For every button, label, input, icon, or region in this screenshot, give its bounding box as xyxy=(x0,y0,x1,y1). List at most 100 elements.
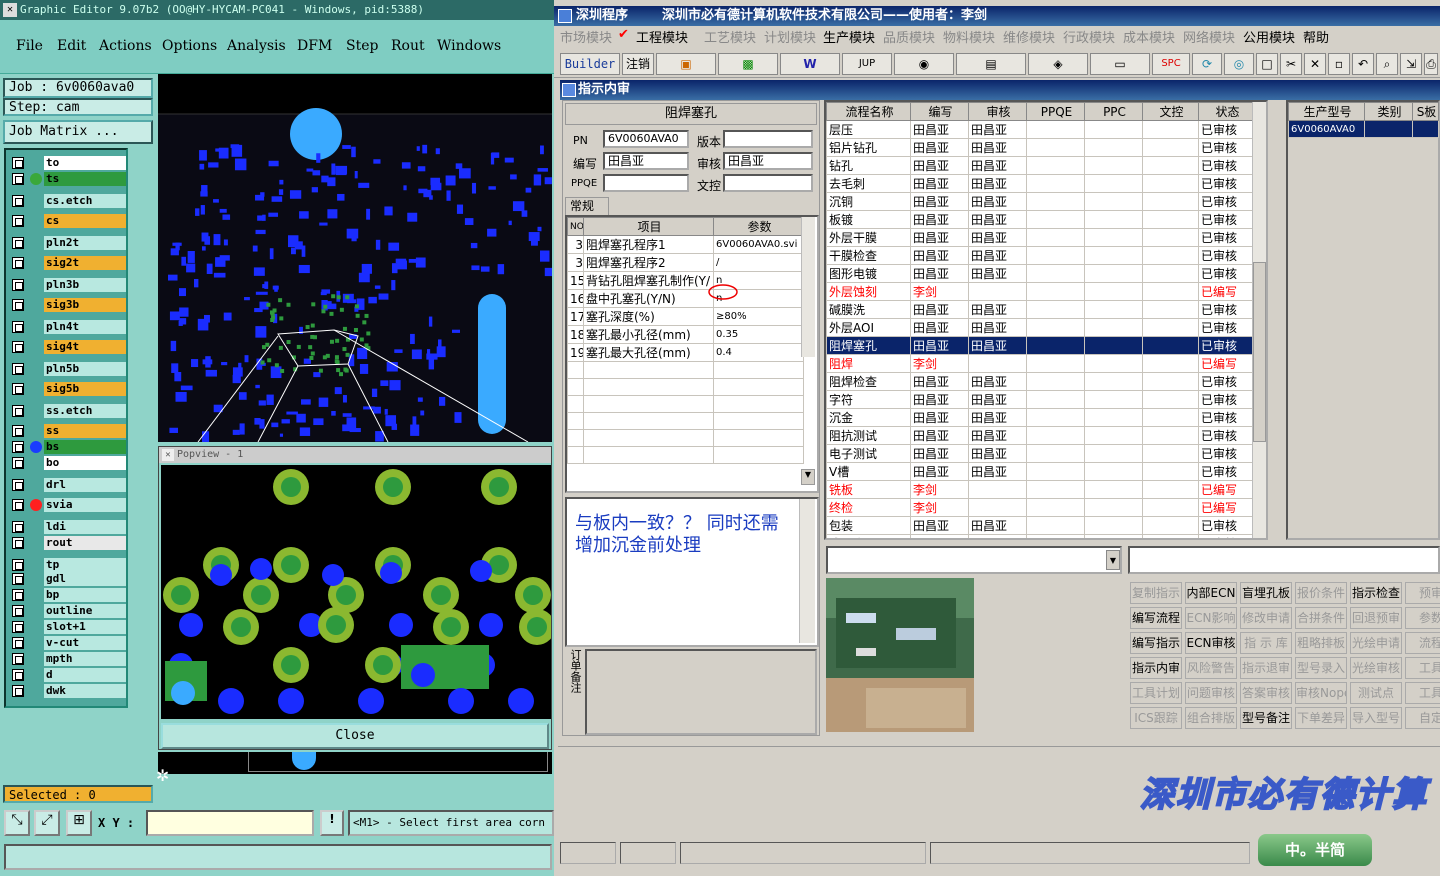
table-row[interactable]: 层压 田昌亚 田昌亚 已审核 xyxy=(826,120,1255,139)
layer-checkbox[interactable] xyxy=(12,383,24,395)
layer-row-to[interactable]: to xyxy=(10,156,126,170)
database-icon[interactable]: ▤ xyxy=(956,53,1026,75)
action-button[interactable]: 工具计划 xyxy=(1130,682,1182,704)
export-icon[interactable]: ⇲ xyxy=(1400,53,1422,75)
action-button[interactable]: 指示退审 xyxy=(1240,657,1292,679)
menu-actions[interactable]: Actions xyxy=(99,38,152,54)
action-button[interactable]: 下单差异 xyxy=(1295,707,1347,729)
menu-help[interactable]: 帮助 xyxy=(1303,27,1329,46)
action-button[interactable]: ECN影响 xyxy=(1185,607,1237,629)
right-combo[interactable] xyxy=(1128,546,1440,574)
popview-canvas[interactable] xyxy=(161,465,551,719)
menu-quality[interactable]: 品质模块 xyxy=(883,27,935,46)
action-button[interactable]: 自定 xyxy=(1405,707,1440,729)
pcb-canvas[interactable] xyxy=(158,74,552,442)
action-button[interactable]: 回退预审 xyxy=(1350,607,1402,629)
grid-icon[interactable]: ⊞ xyxy=(66,810,92,836)
menu-market[interactable]: 市场模块 xyxy=(560,27,612,46)
zoom-area-icon[interactable]: ⤢ xyxy=(34,810,60,836)
layer-row-v-cut[interactable]: v-cut xyxy=(10,636,126,650)
view-icon[interactable]: ◉ xyxy=(894,53,954,75)
layer-checkbox[interactable] xyxy=(12,499,24,511)
layer-checkbox[interactable] xyxy=(12,669,24,681)
layer-checkbox[interactable] xyxy=(12,405,24,417)
table-row[interactable]: 阻焊塞孔 田昌亚 田昌亚 已审核 xyxy=(826,336,1255,355)
layer-row-d[interactable]: d xyxy=(10,668,126,682)
logout-button[interactable]: 注销 xyxy=(622,53,654,75)
layer-row-ss[interactable]: ss xyxy=(10,424,126,438)
menu-step[interactable]: Step xyxy=(346,38,378,54)
layer-row-cs-etch[interactable]: cs.etch xyxy=(10,194,126,208)
table-row[interactable]: 铝片钻孔 田昌亚 田昌亚 已审核 xyxy=(826,138,1255,157)
action-button[interactable]: 型号备注 xyxy=(1240,707,1292,729)
layer-row-bo[interactable]: bo xyxy=(10,456,126,470)
flow-scroll-thumb[interactable] xyxy=(1253,262,1266,442)
action-button[interactable]: 编写流程 xyxy=(1130,607,1182,629)
layer-checkbox[interactable] xyxy=(12,685,24,697)
layer-row-bp[interactable]: bp xyxy=(10,588,126,602)
order-note-field[interactable] xyxy=(585,649,817,735)
excel-icon[interactable]: ▩ xyxy=(718,53,778,75)
ime-indicator[interactable]: 中。半简 xyxy=(1258,834,1372,866)
note-scrollbar[interactable] xyxy=(799,499,815,643)
table-row[interactable]: 外层AOI 田昌亚 田昌亚 已审核 xyxy=(826,318,1255,337)
layer-checkbox[interactable] xyxy=(12,299,24,311)
table-row[interactable]: 沉铜 田昌亚 田昌亚 已审核 xyxy=(826,192,1255,211)
menu-material[interactable]: 物料模块 xyxy=(943,27,995,46)
tab-general[interactable]: 常规 xyxy=(565,197,609,215)
action-button[interactable]: 指示检查 xyxy=(1350,582,1402,604)
action-button[interactable]: 指 示 库 xyxy=(1240,632,1292,654)
action-button[interactable]: 工具 xyxy=(1405,682,1440,704)
layer-checkbox[interactable] xyxy=(12,157,24,169)
zoom-fit-icon[interactable]: ⤡ xyxy=(4,810,30,836)
version-field[interactable] xyxy=(723,130,813,148)
table-row[interactable]: 外层干膜 田昌亚 田昌亚 已审核 xyxy=(826,228,1255,247)
layer-row-bs[interactable]: bs xyxy=(10,440,126,454)
action-button[interactable]: 流程 xyxy=(1405,632,1440,654)
table-row[interactable]: 铣板 李剑 已编写 xyxy=(826,480,1255,499)
pn-field[interactable]: 6V0060AVA0 xyxy=(603,130,689,148)
table-row[interactable]: V槽 田昌亚 田昌亚 已审核 xyxy=(826,462,1255,481)
search-icon[interactable]: ⌕ xyxy=(1376,53,1398,75)
action-button[interactable]: 报价条件 xyxy=(1295,582,1347,604)
layer-checkbox[interactable] xyxy=(12,215,24,227)
menu-production[interactable]: 生产模块 xyxy=(823,27,875,46)
layer-row-pln5b[interactable]: pln5b xyxy=(10,362,126,376)
layer-checkbox[interactable] xyxy=(12,363,24,375)
table-row[interactable]: 板镀 田昌亚 田昌亚 已审核 xyxy=(826,210,1255,229)
table-row[interactable]: 17塞孔深度(%)≥80% xyxy=(567,307,804,326)
layer-row-drl[interactable]: drl xyxy=(10,478,126,492)
action-button[interactable]: 指示内审 xyxy=(1130,657,1182,679)
action-button[interactable]: 编写指示 xyxy=(1130,632,1182,654)
action-button[interactable]: 内部ECN xyxy=(1185,582,1237,604)
table-row[interactable]: 3 阻焊塞孔程序2/ xyxy=(567,253,804,272)
menu-plan[interactable]: 计划模块 xyxy=(764,27,816,46)
action-button[interactable]: 导入型号 xyxy=(1350,707,1402,729)
layer-row-slot-1[interactable]: slot+1 xyxy=(10,620,126,634)
print-preview-icon[interactable]: ▭ xyxy=(1090,53,1150,75)
job-matrix-button[interactable]: Job Matrix ... xyxy=(3,120,153,144)
menu-dfm[interactable]: DFM xyxy=(297,38,332,54)
layer-row-gdl[interactable]: gdl xyxy=(10,572,126,586)
menu-cost[interactable]: 成本模块 xyxy=(1123,27,1175,46)
note-box[interactable]: 与板内一致？？ 同时还需增加沉金前处理 xyxy=(565,497,819,647)
menu-engineering[interactable]: 工程模块 xyxy=(636,27,688,46)
table-row[interactable]: 15背钻孔阻焊塞孔制作(Y/n xyxy=(567,271,804,290)
action-button[interactable]: 答案审核 xyxy=(1240,682,1292,704)
layer-row-tp[interactable]: tp xyxy=(10,558,126,572)
table-row[interactable]: 电子测试 田昌亚 田昌亚 已审核 xyxy=(826,444,1255,463)
layer-row-cs[interactable]: cs xyxy=(10,214,126,228)
table-row[interactable]: 阻焊 李剑 已编写 xyxy=(826,354,1255,373)
table-row[interactable]: 成品仓田昌亚田昌亚已审核 xyxy=(826,534,1255,538)
layer-checkbox[interactable] xyxy=(12,279,24,291)
layer-checkbox[interactable] xyxy=(12,425,24,437)
layer-checkbox[interactable] xyxy=(12,573,24,585)
layer-row-sig2t[interactable]: sig2t xyxy=(10,256,126,270)
table-row[interactable]: 阻抗测试 田昌亚 田昌亚 已审核 xyxy=(826,426,1255,445)
layer-checkbox[interactable] xyxy=(12,257,24,269)
builder-button[interactable]: Builder xyxy=(560,53,620,75)
action-button[interactable]: 预审 xyxy=(1405,582,1440,604)
jup-button[interactable]: JUP xyxy=(842,53,892,75)
table-row[interactable]: 19塞孔最大孔径(mm)0.4 xyxy=(567,343,804,362)
refresh-icon[interactable]: ⟳ xyxy=(1192,53,1222,75)
